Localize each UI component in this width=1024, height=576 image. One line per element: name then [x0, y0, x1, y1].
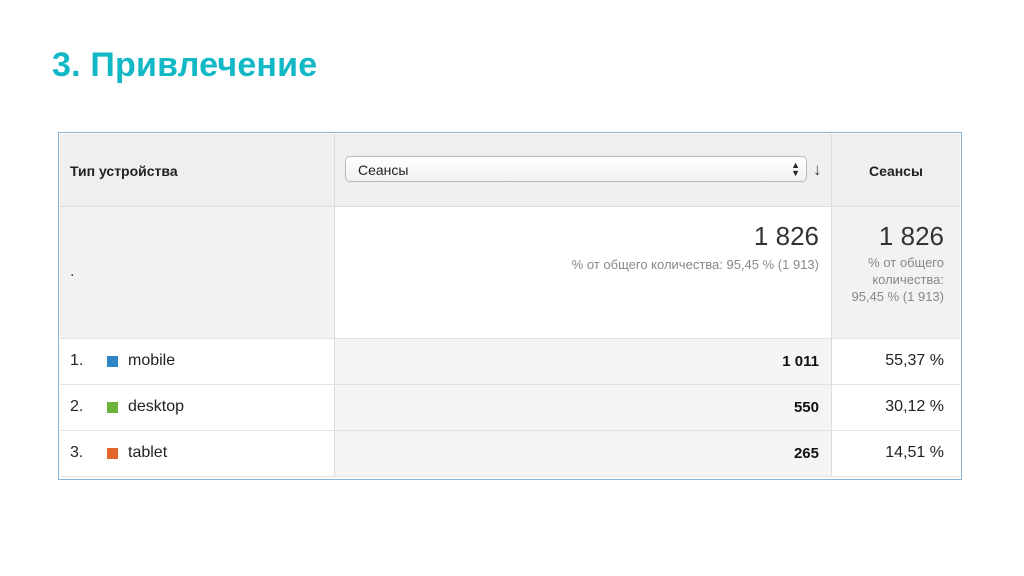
- row-dimension-cell: 1. mobile: [60, 339, 334, 384]
- table-row: 3. tablet 265 14,51 %: [60, 431, 960, 477]
- row-sessions-value: 550: [793, 399, 819, 416]
- row-sessions-cell: 265: [334, 431, 831, 476]
- totals-row: . 1 826 % от общего количества: 95,45 % …: [60, 207, 960, 339]
- row-rank: 2.: [70, 398, 84, 415]
- totals-sessions-cell: 1 826 % от общего количества: 95,45 % (1…: [334, 207, 831, 338]
- report-table: Тип устройства Сеансы ▲ ▼ ↓ Сеансы . 1 82…: [58, 132, 962, 480]
- metric-select-value: Сеансы: [358, 162, 409, 178]
- row-rank: 3.: [70, 444, 84, 461]
- row-share-value: 14,51 %: [885, 444, 944, 461]
- totals-share-note: % от общего количества: 95,45 % (1 913): [851, 255, 944, 304]
- metric-select[interactable]: Сеансы ▲ ▼: [345, 156, 807, 182]
- header-dimension-cell[interactable]: Тип устройства: [60, 134, 334, 206]
- row-sessions-value: 265: [793, 445, 819, 462]
- totals-dimension-cell: .: [60, 207, 334, 338]
- row-sessions-cell: 1 011: [334, 339, 831, 384]
- sort-down-arrow-icon[interactable]: ↓: [813, 160, 822, 180]
- row-share-cell: 14,51 %: [831, 431, 960, 476]
- row-share-cell: 30,12 %: [831, 385, 960, 430]
- totals-sessions-value: 1 826: [753, 221, 819, 251]
- totals-share-cell: 1 826 % от общего количества: 95,45 % (1…: [831, 207, 960, 338]
- header-metric-label: Сеансы: [869, 163, 923, 179]
- table-row: 2. desktop 550 30,12 %: [60, 385, 960, 431]
- totals-dimension-value: .: [70, 263, 75, 280]
- updown-arrows-icon: ▲ ▼: [791, 160, 800, 178]
- row-color-swatch: [107, 356, 118, 367]
- table-row: 1. mobile 1 011 55,37 %: [60, 339, 960, 385]
- table-header-row: Тип устройства Сеансы ▲ ▼ ↓ Сеансы: [60, 134, 960, 207]
- header-metric-cell[interactable]: Сеансы: [831, 134, 960, 206]
- totals-share-value: 1 826: [878, 221, 944, 251]
- row-rank: 1.: [70, 352, 84, 369]
- header-dimension-label: Тип устройства: [70, 163, 178, 179]
- row-sessions-value: 1 011: [782, 353, 819, 370]
- row-device-link[interactable]: desktop: [128, 398, 184, 416]
- row-share-value: 55,37 %: [885, 352, 944, 369]
- row-share-cell: 55,37 %: [831, 339, 960, 384]
- row-dimension-cell: 3. tablet: [60, 431, 334, 476]
- report-grid: Тип устройства Сеансы ▲ ▼ ↓ Сеансы . 1 82…: [60, 134, 960, 477]
- totals-sessions-note: % от общего количества: 95,45 % (1 913): [571, 257, 819, 272]
- slide-title: 3. Привлечение: [52, 46, 318, 84]
- row-color-swatch: [107, 402, 118, 413]
- row-color-swatch: [107, 448, 118, 459]
- row-share-value: 30,12 %: [885, 398, 944, 415]
- header-metric-select-cell: Сеансы ▲ ▼ ↓: [334, 134, 831, 206]
- row-dimension-cell: 2. desktop: [60, 385, 334, 430]
- row-device-link[interactable]: mobile: [128, 352, 175, 370]
- row-sessions-cell: 550: [334, 385, 831, 430]
- row-device-link[interactable]: tablet: [128, 444, 167, 462]
